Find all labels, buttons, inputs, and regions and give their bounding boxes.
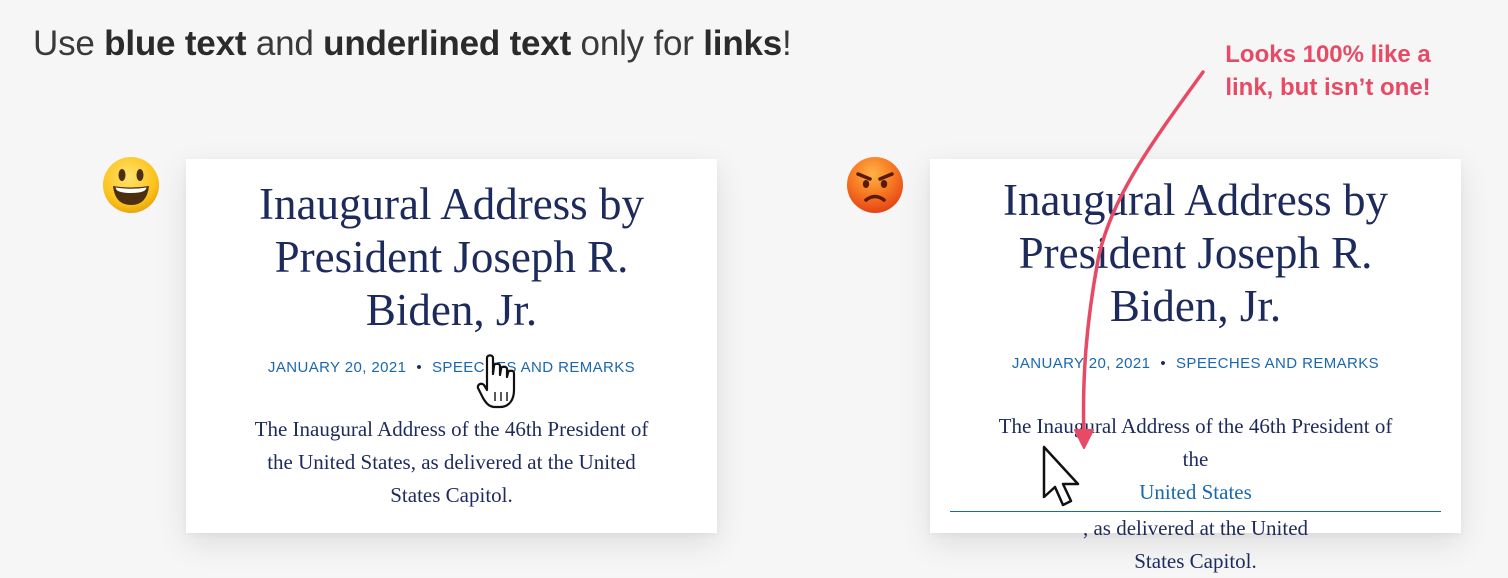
overlay-layer <box>476 70 1205 507</box>
curved-arrow-icon <box>1074 70 1205 449</box>
arrow-cursor-icon <box>1042 445 1080 507</box>
hand-pointer-cursor-icon <box>476 354 516 409</box>
